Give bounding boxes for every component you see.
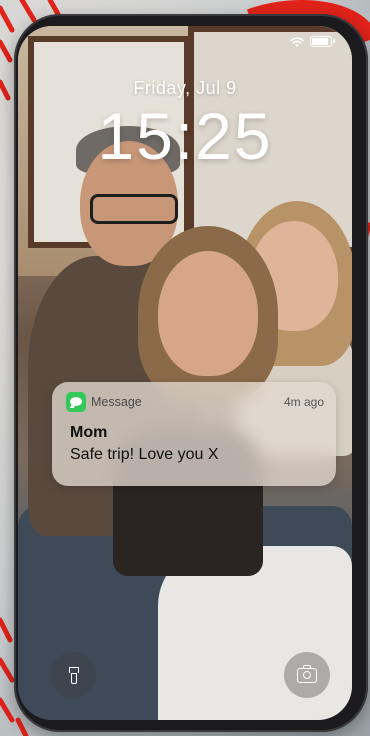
message-icon	[66, 392, 86, 412]
battery-icon	[310, 36, 335, 47]
lock-screen: Friday, Jul 9 15:25	[18, 26, 352, 720]
wallpaper-woman-face	[158, 251, 258, 376]
notification-body: Safe trip! Love you X	[70, 446, 219, 463]
lock-time: 15:25	[97, 99, 273, 173]
message-notification[interactable]: Message 4m ago Mom Safe trip! Love you X	[52, 382, 336, 486]
camera-icon	[297, 664, 317, 683]
notification-time: 4m ago	[283, 395, 324, 409]
status-bar	[290, 36, 335, 47]
flashlight-button[interactable]	[50, 652, 96, 698]
notification-app-name: Message	[91, 395, 142, 409]
notification-sender: Mom	[70, 424, 108, 441]
notification-header: Message 4m ago	[66, 392, 324, 412]
wifi-icon	[290, 36, 304, 47]
lock-date: Friday, Jul 9	[133, 78, 237, 98]
flashlight-icon	[68, 667, 79, 684]
camera-button[interactable]	[284, 652, 330, 698]
wallpaper-glasses	[90, 194, 178, 224]
